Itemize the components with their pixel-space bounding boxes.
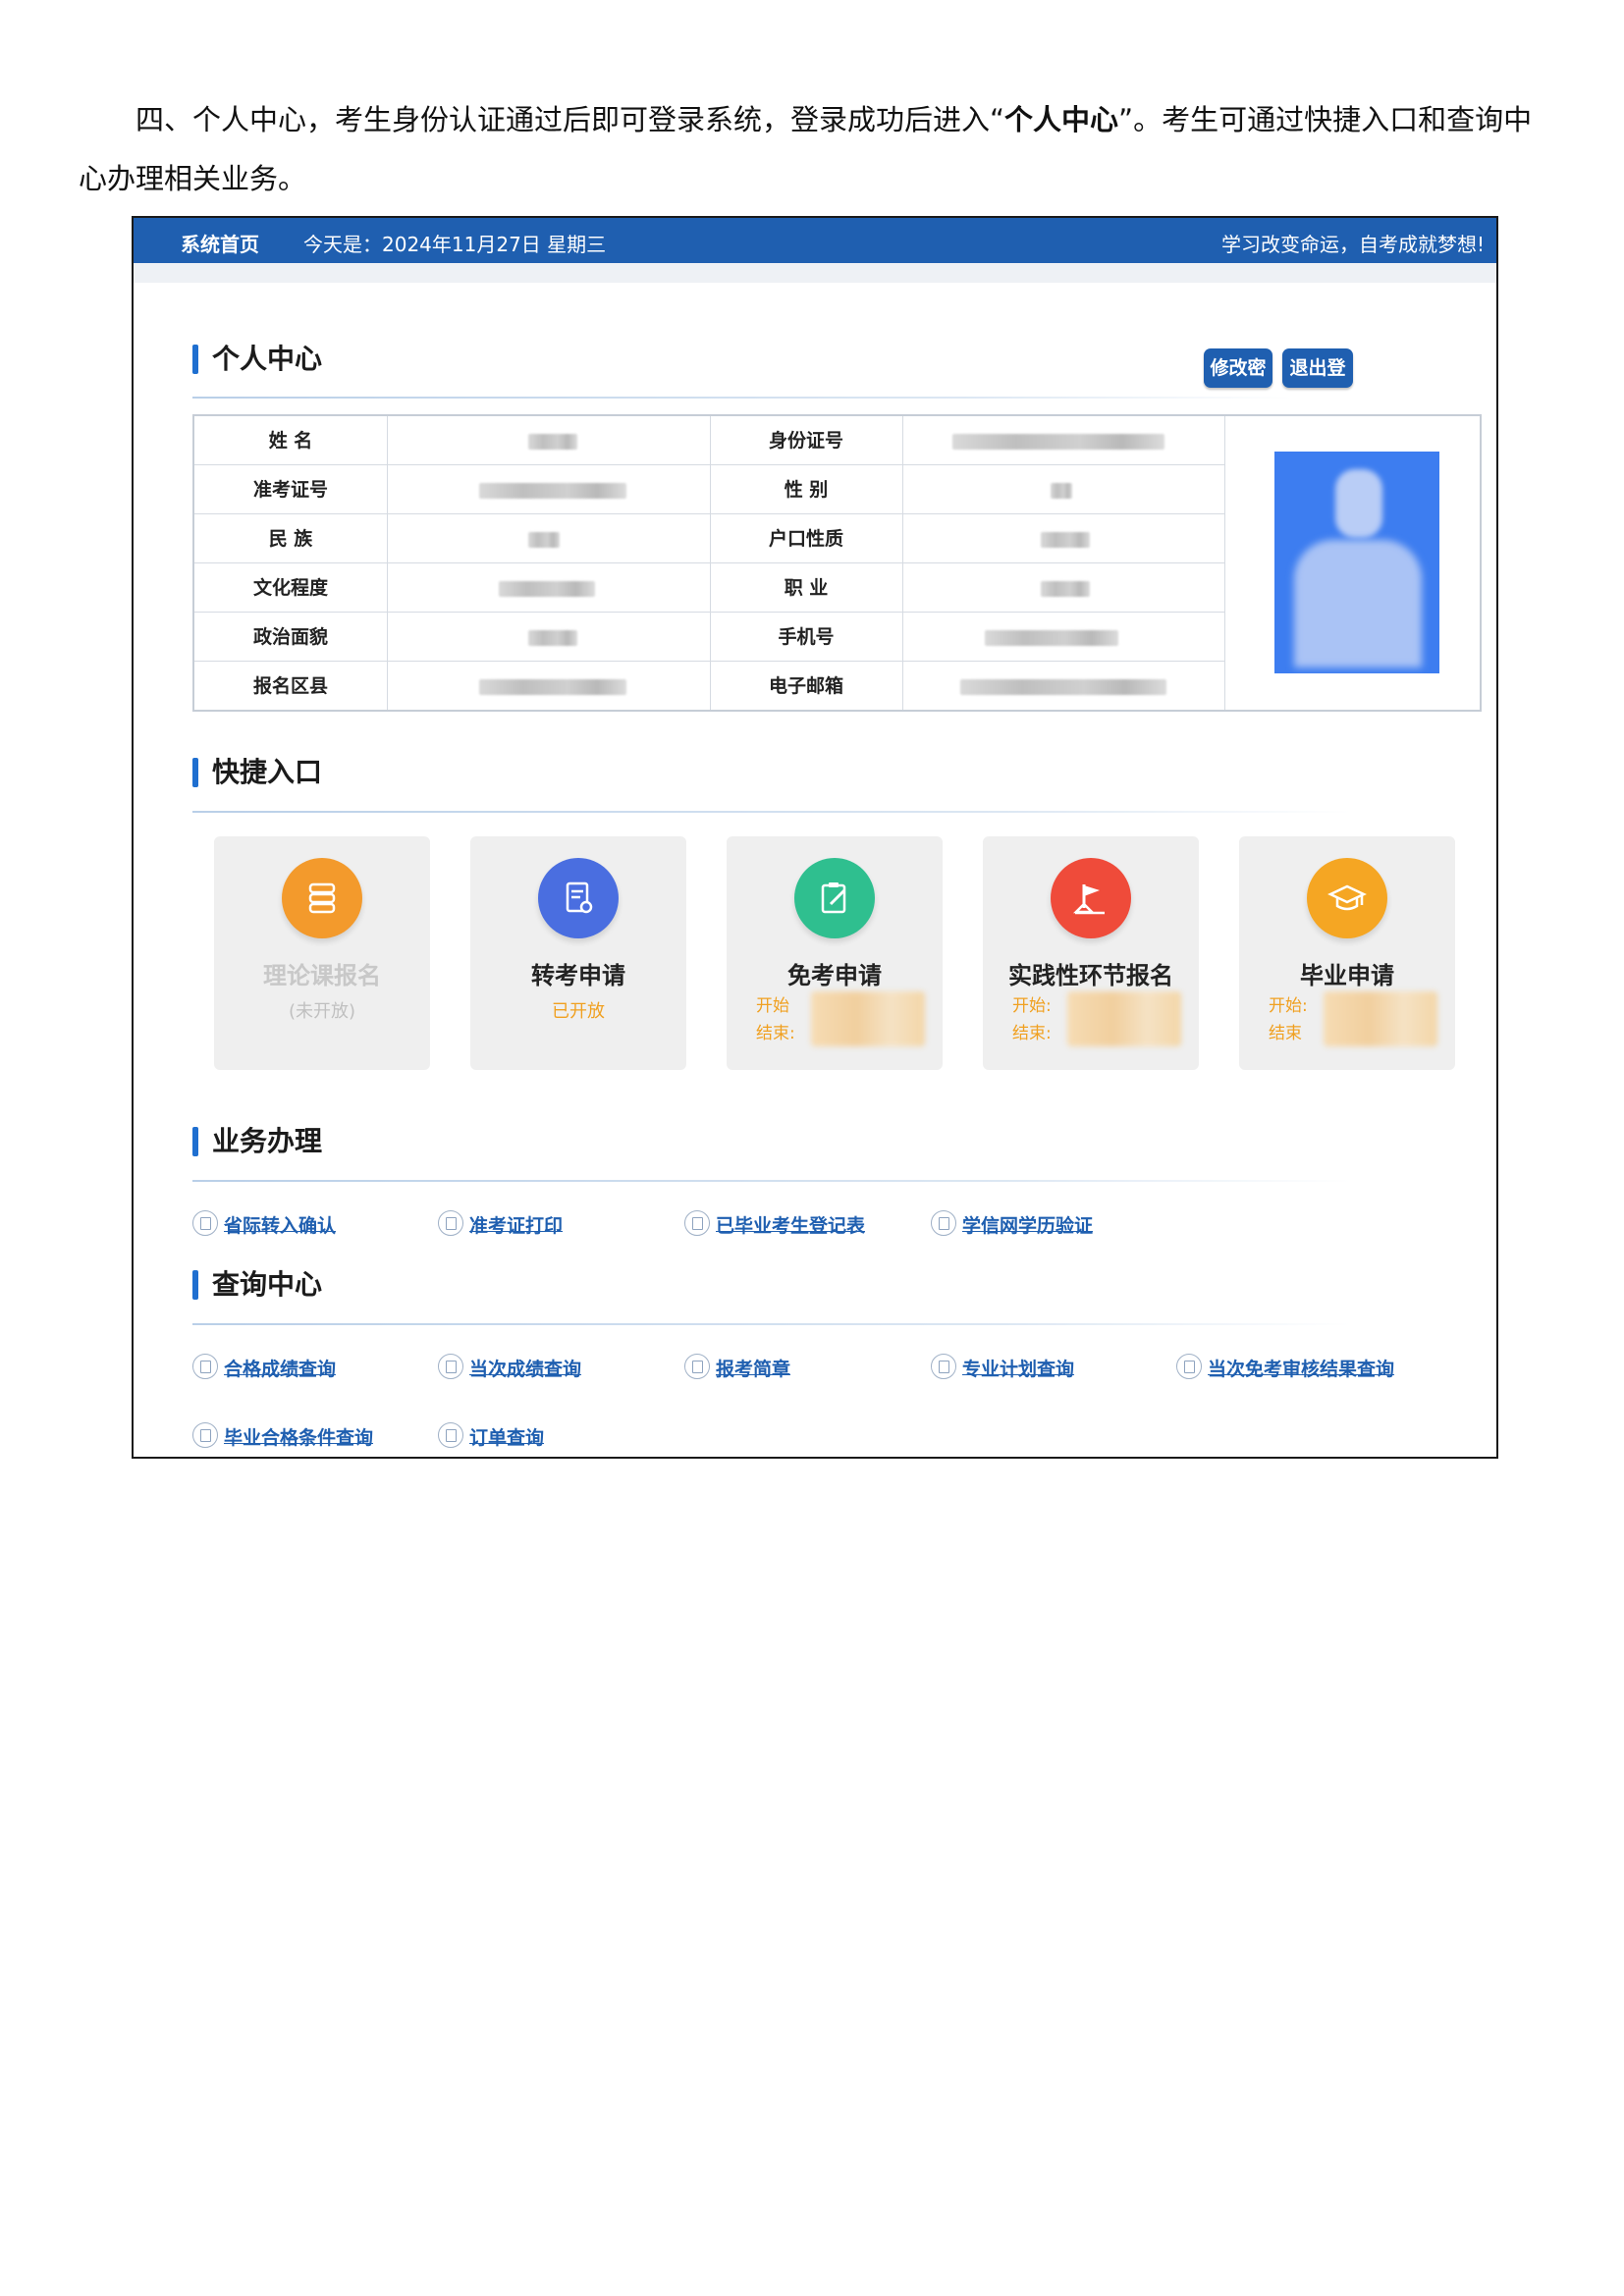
section-divider [192, 397, 1292, 399]
masked-value [1041, 581, 1090, 597]
masked-value [1041, 532, 1090, 548]
link-provincial-transfer[interactable]: 省际转入确认 [192, 1209, 336, 1241]
masked-value [1051, 483, 1072, 499]
masked-dates [1067, 991, 1181, 1046]
document-icon [192, 1421, 218, 1448]
masked-value [528, 532, 560, 548]
tile-theory-course[interactable]: 理论课报名 (未开放) [214, 836, 430, 1070]
tile-name: 实践性环节报名 [1008, 962, 1173, 989]
label-phone: 手机号 [778, 626, 835, 648]
link-graduation-conditions[interactable]: 毕业合格条件查询 [192, 1421, 373, 1453]
system-home-link[interactable]: 系统首页 [181, 229, 259, 257]
masked-value [952, 434, 1164, 450]
section-title-quick: 快捷入口 [192, 756, 322, 789]
tile-start-label: 开始: [1269, 996, 1308, 1016]
table-row: 政治面貌 手机号 [194, 613, 1224, 662]
today-date: 今天是：2024年11月27日 星期三 [303, 233, 607, 256]
section-title-business: 业务办理 [192, 1125, 322, 1158]
tile-practice[interactable]: 实践性环节报名 开始: 结束: [983, 836, 1199, 1070]
masked-value [985, 630, 1118, 646]
label-exam-number: 准考证号 [252, 479, 328, 501]
tile-graduation[interactable]: 毕业申请 开始: 结束 [1239, 836, 1455, 1070]
label-education: 文化程度 [252, 577, 328, 599]
document-icon [192, 1353, 218, 1379]
logout-button[interactable]: 退出登录 [1282, 348, 1353, 418]
section-divider [192, 811, 1351, 813]
link-admission-print[interactable]: 准考证打印 [438, 1209, 563, 1241]
clipboard-edit-icon [794, 858, 875, 938]
section-divider [192, 1180, 1351, 1182]
tile-name: 理论课报名 [263, 962, 381, 989]
document-icon [538, 858, 619, 938]
masked-value [499, 581, 595, 597]
link-current-scores[interactable]: 当次成绩查询 [438, 1353, 581, 1384]
link-major-plan[interactable]: 专业计划查询 [931, 1353, 1074, 1384]
screenshot-frame: 系统首页 今天是：2024年11月27日 星期三 学习改变命运，自考成就梦想! … [132, 216, 1498, 1459]
tile-transfer[interactable]: 转考申请 已开放 [470, 836, 686, 1070]
table-row: 文化程度 职 业 [194, 563, 1224, 613]
label-district: 报名区县 [252, 675, 328, 697]
masked-value [528, 630, 577, 646]
table-row: 准考证号 性 别 [194, 465, 1224, 514]
table-row: 民 族 户口性质 [194, 514, 1224, 563]
intro-paragraph: 四、个人中心，考生身份认证通过后即可登录系统，登录成功后进入“个人中心”。考生可… [79, 90, 1551, 208]
table-row: 报名区县 电子邮箱 [194, 662, 1224, 711]
label-gender: 性 别 [784, 479, 829, 501]
document-icon [931, 1209, 956, 1236]
document-icon [438, 1421, 463, 1448]
label-household-type: 户口性质 [768, 528, 843, 550]
label-occupation: 职 业 [784, 577, 829, 599]
tile-exemption[interactable]: 免考申请 开始 结束: [727, 836, 943, 1070]
link-passed-scores[interactable]: 合格成绩查询 [192, 1353, 336, 1384]
tile-status: (未开放) [288, 1001, 356, 1022]
personal-info-table: 姓 名 身份证号 准考证号 性 别 民 族 户口性质 文化程度 职 业 政治面貌 [192, 414, 1482, 712]
masked-dates [1324, 991, 1437, 1046]
slogan: 学习改变命运，自考成就梦想! [1220, 233, 1485, 256]
section-divider [192, 1323, 1351, 1325]
tile-name: 毕业申请 [1300, 962, 1394, 989]
section-title-query: 查询中心 [192, 1268, 322, 1302]
tile-end-label: 结束: [1012, 1024, 1052, 1043]
tile-name: 免考申请 [787, 962, 882, 989]
link-order-query[interactable]: 订单查询 [438, 1421, 544, 1453]
masked-value [528, 434, 577, 450]
document-icon [684, 1209, 710, 1236]
masked-value [479, 679, 626, 695]
graduation-cap-icon [1307, 858, 1387, 938]
link-chsi-verify[interactable]: 学信网学历验证 [931, 1209, 1093, 1241]
document-icon [438, 1209, 463, 1236]
label-id-number: 身份证号 [768, 430, 843, 452]
tile-status: 已开放 [552, 1001, 605, 1022]
intro-bold: 个人中心 [1004, 103, 1119, 136]
intro-text-1: 四、个人中心，考生身份认证通过后即可登录系统，登录成功后进入“ [135, 103, 1005, 136]
link-exam-guide[interactable]: 报考简章 [684, 1353, 790, 1384]
top-bar: 系统首页 今天是：2024年11月27日 星期三 学习改变命运，自考成就梦想! [134, 218, 1496, 263]
link-exemption-result[interactable]: 当次免考审核结果查询 [1176, 1353, 1394, 1384]
document-icon [1176, 1353, 1202, 1379]
stack-icon [282, 858, 362, 938]
label-email: 电子邮箱 [768, 675, 843, 697]
tile-end-label: 结束: [756, 1024, 795, 1043]
section-title-personal: 个人中心 [192, 343, 322, 376]
label-ethnicity: 民 族 [268, 528, 313, 550]
change-password-button[interactable]: 修改密码 [1204, 348, 1272, 418]
label-name: 姓 名 [268, 430, 313, 452]
label-political-status: 政治面貌 [252, 626, 328, 648]
tile-end-label: 结束 [1269, 1024, 1302, 1043]
document-icon [192, 1209, 218, 1236]
document-icon [438, 1353, 463, 1379]
tile-start-label: 开始 [756, 996, 789, 1016]
tile-start-label: 开始: [1012, 996, 1052, 1016]
document-icon [931, 1353, 956, 1379]
flag-icon [1051, 858, 1131, 938]
document-icon [684, 1353, 710, 1379]
masked-value [479, 483, 626, 499]
tile-name: 转考申请 [531, 962, 625, 989]
masked-dates [811, 991, 925, 1046]
candidate-photo [1274, 452, 1439, 673]
table-row: 姓 名 身份证号 [194, 416, 1224, 465]
masked-value [960, 679, 1166, 695]
link-graduate-register[interactable]: 已毕业考生登记表 [684, 1209, 865, 1241]
sub-bar [134, 263, 1496, 283]
